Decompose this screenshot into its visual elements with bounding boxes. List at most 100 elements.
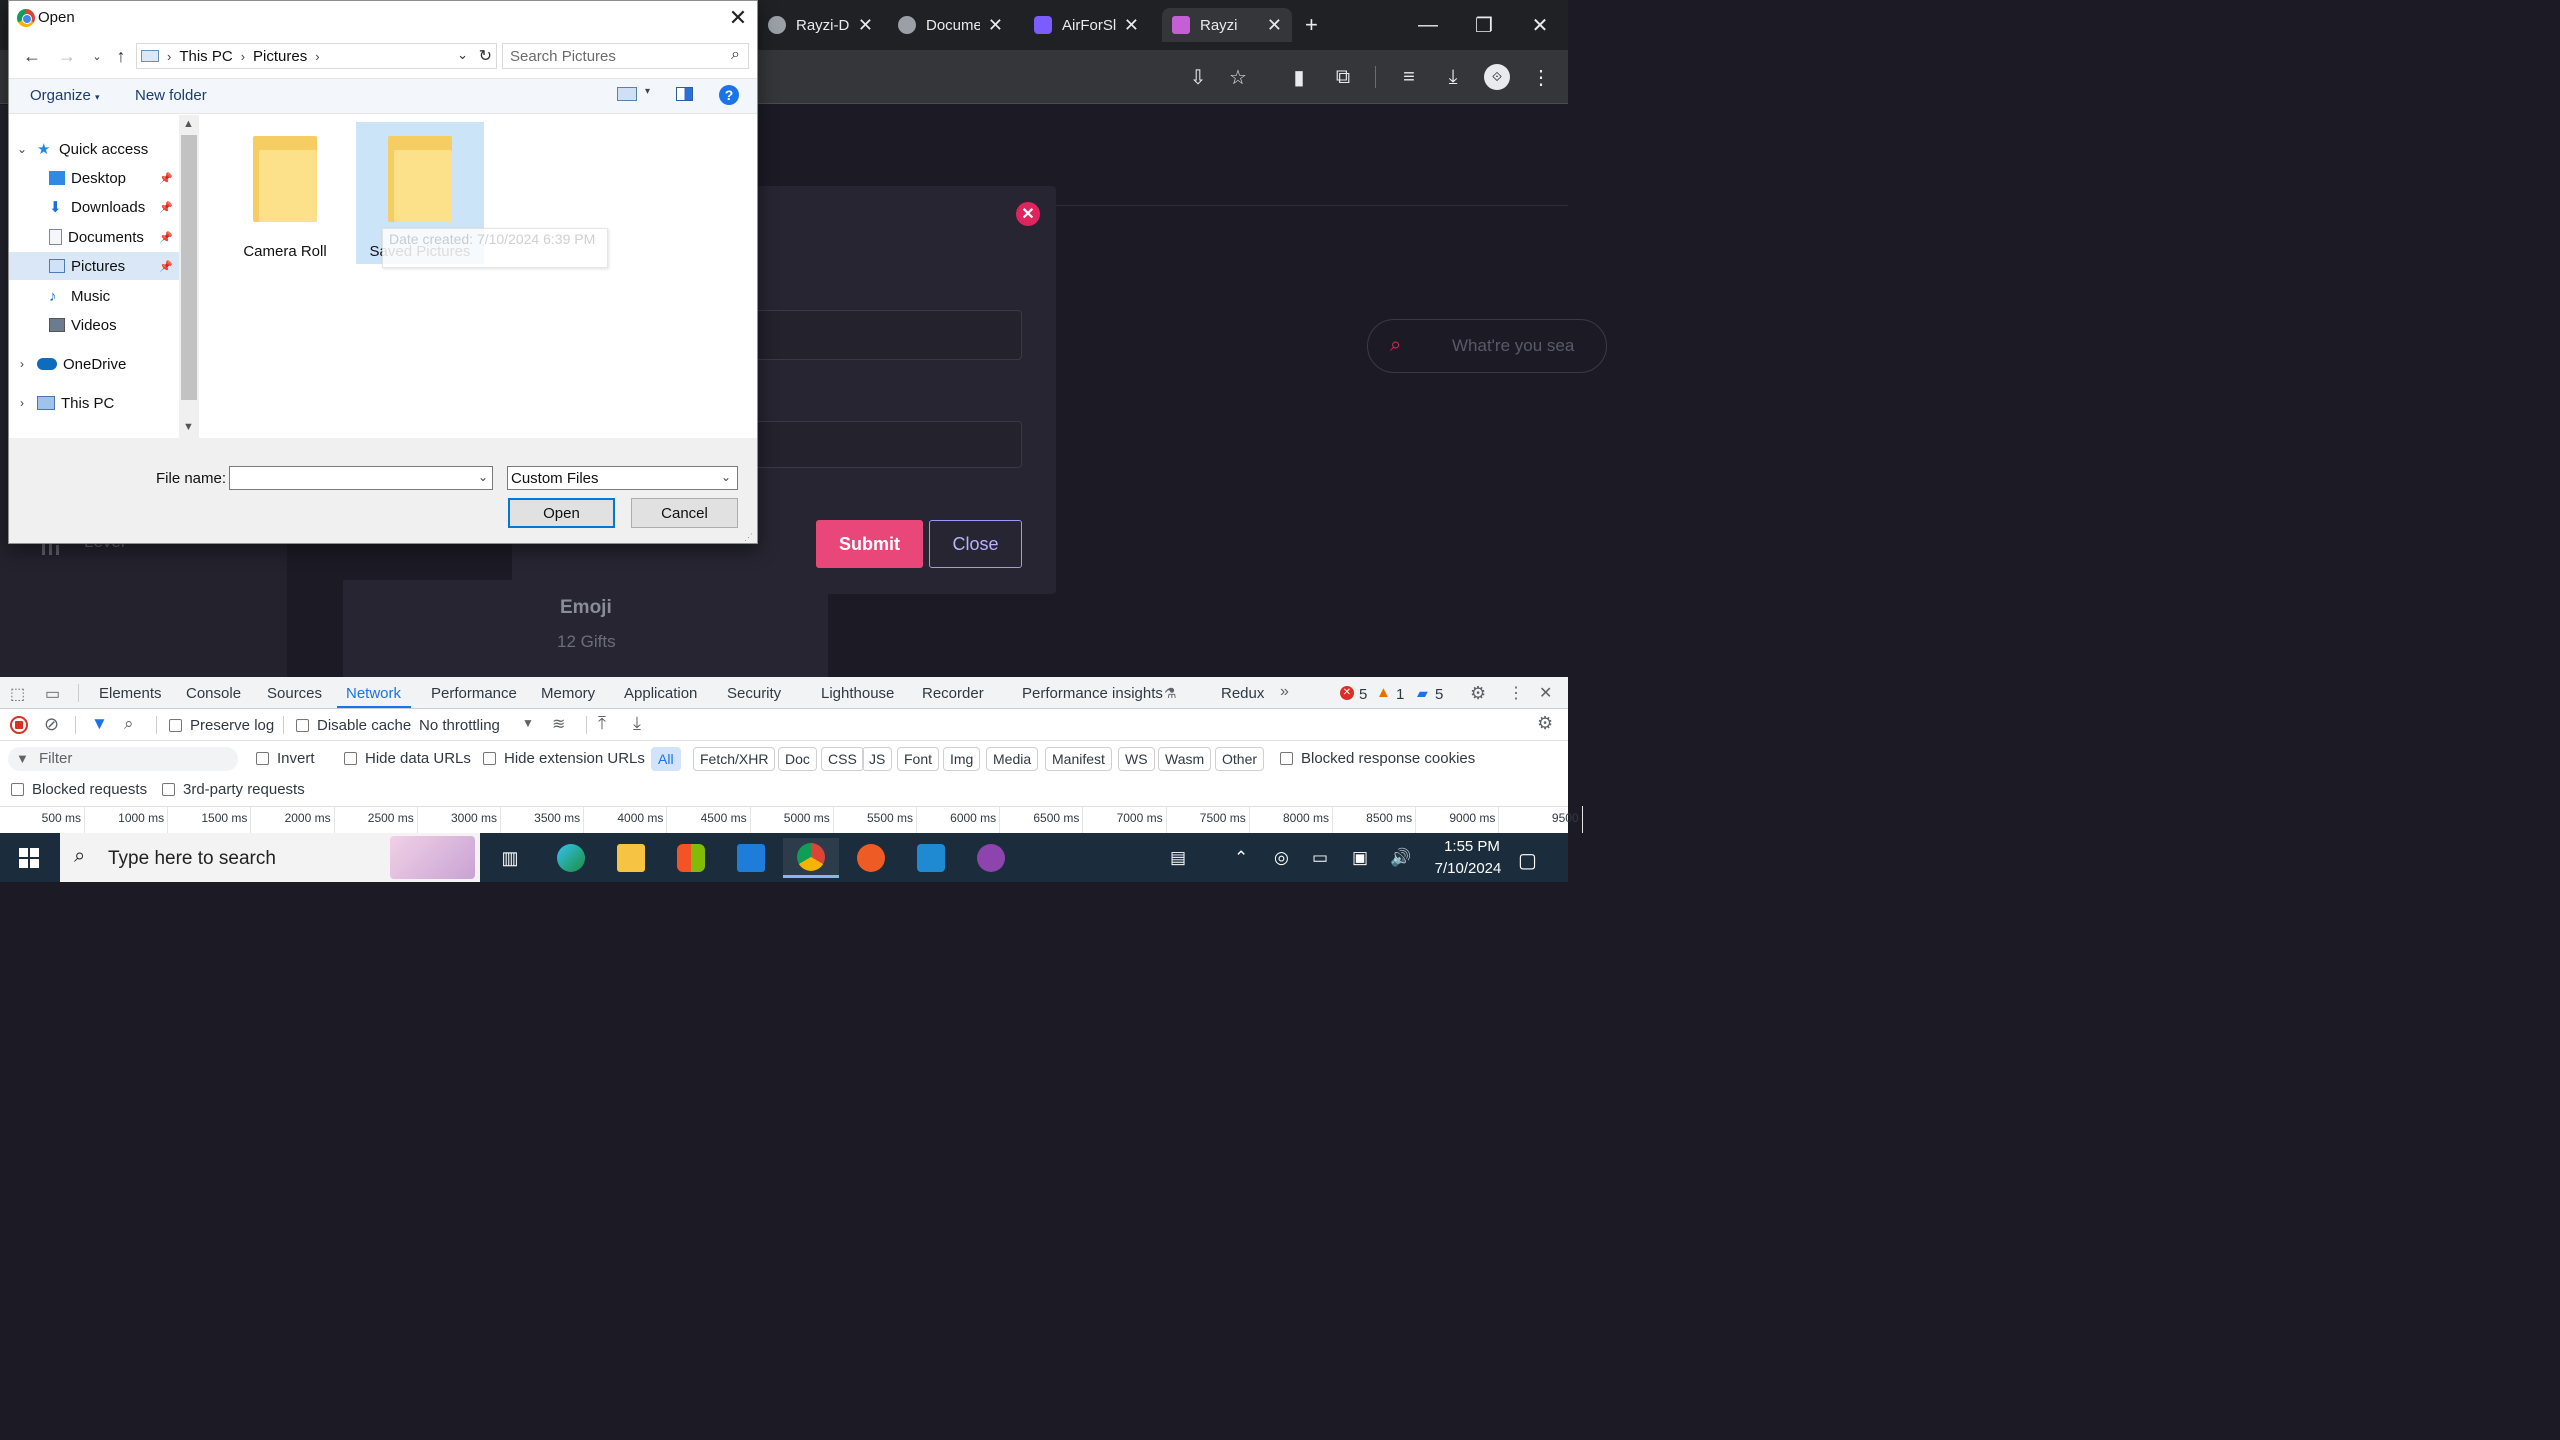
back-arrow-icon[interactable]: ← xyxy=(22,46,42,66)
taskbar-search-box[interactable]: ⌕ Type here to search xyxy=(60,833,480,882)
device-toolbar-icon[interactable]: ▭ xyxy=(45,684,60,704)
close-icon[interactable]: ✕ xyxy=(1267,15,1282,36)
search-icon[interactable]: ⌕ xyxy=(124,714,134,734)
media-controls-icon[interactable]: ≡ xyxy=(1396,64,1422,90)
third-party-requests-checkbox[interactable] xyxy=(162,783,175,796)
devtools-tab-memory[interactable]: Memory xyxy=(541,685,595,702)
preview-pane-icon[interactable] xyxy=(676,87,693,101)
type-filter-media[interactable]: Media xyxy=(986,747,1039,771)
nav-pane-scrollbar[interactable]: ▲ ▼ xyxy=(179,115,199,438)
notifications-icon[interactable]: ▢ xyxy=(1518,848,1537,873)
recent-locations-chevron-icon[interactable]: ⌄ xyxy=(87,46,107,66)
devtools-tab-lighthouse[interactable]: Lighthouse xyxy=(821,685,894,702)
devtools-tab-elements[interactable]: Elements xyxy=(99,685,162,702)
address-bar[interactable]: › This PC › Pictures › ⌄ ↻ xyxy=(136,43,497,69)
settings-gear-icon[interactable]: ⚙ xyxy=(1470,683,1486,704)
type-filter-wasm[interactable]: Wasm xyxy=(1158,747,1212,771)
caret-down-icon[interactable]: ▼ xyxy=(522,716,534,730)
chevron-right-icon[interactable]: › xyxy=(15,357,29,371)
clear-icon[interactable]: ⊘ xyxy=(44,714,59,735)
gift-category-card[interactable] xyxy=(343,580,828,677)
profile-avatar[interactable]: ⟐ xyxy=(1484,64,1510,90)
breadcrumb-this-pc[interactable]: This PC xyxy=(179,48,232,65)
file-explorer-icon[interactable] xyxy=(603,838,659,878)
scrollbar-thumb[interactable] xyxy=(181,135,197,400)
close-icon[interactable]: ✕ xyxy=(858,15,873,36)
type-filter-css[interactable]: CSS xyxy=(821,747,864,771)
tree-item-quick-access[interactable]: ⌄ ★ Quick access xyxy=(9,135,179,163)
chevron-down-icon[interactable]: ⌄ xyxy=(478,470,488,484)
windows-start-icon[interactable] xyxy=(19,848,39,868)
warning-icon[interactable]: ▲ xyxy=(1376,684,1391,701)
close-devtools-icon[interactable]: ✕ xyxy=(1539,683,1552,703)
devtools-tab-redux[interactable]: Redux xyxy=(1221,685,1264,702)
inspect-element-icon[interactable]: ⬚ xyxy=(10,684,25,704)
window-close-icon[interactable]: ✕ xyxy=(1512,0,1568,50)
error-icon[interactable]: ✕ xyxy=(1340,686,1354,700)
bookmark-star-icon[interactable]: ☆ xyxy=(1225,64,1251,90)
submit-button[interactable]: Submit xyxy=(816,520,923,568)
file-name-field[interactable]: ⌄ xyxy=(229,466,493,490)
organize-button[interactable]: Organize ▾ xyxy=(30,87,100,104)
dialog-close-icon[interactable]: ✕ xyxy=(724,4,752,32)
network-icon[interactable]: ▣ xyxy=(1352,848,1368,868)
edge-browser-icon[interactable] xyxy=(543,838,599,878)
chevron-down-icon[interactable]: ⌄ xyxy=(15,142,29,156)
chevron-down-icon[interactable]: ⌄ xyxy=(457,47,468,63)
page-search[interactable]: ⌕ What're you sea xyxy=(1367,319,1607,373)
file-type-select[interactable]: Custom Files ⌄ xyxy=(507,466,738,490)
type-filter-fetch-xhr[interactable]: Fetch/XHR xyxy=(693,747,776,771)
folder-camera-roll[interactable]: Camera Roll xyxy=(221,122,349,264)
tree-item-music[interactable]: ♪ Music xyxy=(9,282,179,310)
devtools-tab-console[interactable]: Console xyxy=(186,685,241,702)
tree-item-this-pc[interactable]: › This PC xyxy=(9,389,179,417)
search-pictures-input[interactable]: Search Pictures ⌕ xyxy=(502,43,749,69)
modal-close-icon[interactable]: ✕ xyxy=(1016,202,1040,226)
devtools-tab-security[interactable]: Security xyxy=(727,685,781,702)
import-har-icon[interactable]: ⤒ xyxy=(598,713,606,734)
modal-input-1[interactable] xyxy=(740,310,1022,360)
error-count[interactable]: 5 xyxy=(1359,686,1367,703)
warning-count[interactable]: 1 xyxy=(1396,686,1404,703)
type-filter-font[interactable]: Font xyxy=(897,747,940,771)
show-hidden-icons-chevron-icon[interactable]: ⌃ xyxy=(1234,848,1248,868)
blocked-requests-checkbox[interactable] xyxy=(11,783,24,796)
tab-documents[interactable]: Docume ✕ xyxy=(888,8,1013,42)
message-count[interactable]: 5 xyxy=(1435,686,1443,703)
breadcrumb-pictures[interactable]: Pictures xyxy=(253,48,307,65)
modal-input-2[interactable] xyxy=(740,421,1022,468)
close-button[interactable]: Close xyxy=(929,520,1022,568)
puzzle-extensions-icon[interactable]: ⧉ xyxy=(1330,64,1356,90)
type-filter-manifest[interactable]: Manifest xyxy=(1045,747,1112,771)
battery-icon[interactable]: ▭ xyxy=(1312,848,1328,868)
up-arrow-icon[interactable]: ↑ xyxy=(111,46,131,66)
hide-data-urls-checkbox[interactable] xyxy=(344,752,357,765)
devtools-tab-application[interactable]: Application xyxy=(624,685,697,702)
chrome-icon[interactable] xyxy=(783,838,839,878)
forward-arrow-icon[interactable]: → xyxy=(57,46,77,66)
tab-rayzi-d[interactable]: Rayzi-D ✕ xyxy=(758,8,883,42)
tree-item-downloads[interactable]: ⬇ Downloads 📌 xyxy=(9,193,179,221)
volume-icon[interactable]: 🔊 xyxy=(1390,848,1411,868)
tree-item-desktop[interactable]: Desktop 📌 xyxy=(9,164,179,192)
task-view-icon[interactable]: ▥ xyxy=(482,838,538,878)
tab-airforsl[interactable]: AirForSl ✕ xyxy=(1024,8,1149,42)
disable-cache-checkbox[interactable] xyxy=(296,719,309,732)
type-filter-ws[interactable]: WS xyxy=(1118,747,1155,771)
postman-icon[interactable] xyxy=(843,838,899,878)
preserve-log-checkbox[interactable] xyxy=(169,719,182,732)
tree-item-pictures[interactable]: Pictures 📌 xyxy=(9,252,179,280)
throttling-select[interactable]: No throttling xyxy=(419,717,500,734)
network-conditions-icon[interactable]: ≋ xyxy=(552,714,565,734)
close-icon[interactable]: ✕ xyxy=(1124,15,1139,36)
restore-icon[interactable]: ❐ xyxy=(1456,0,1512,50)
tree-item-documents[interactable]: Documents 📌 xyxy=(9,223,179,251)
help-icon[interactable]: ? xyxy=(719,85,739,105)
close-icon[interactable]: ✕ xyxy=(988,15,1003,36)
filter-input[interactable]: ▼ Filter xyxy=(8,747,238,771)
type-filter-other[interactable]: Other xyxy=(1215,747,1265,771)
github-desktop-icon[interactable] xyxy=(963,838,1019,878)
downloads-icon[interactable]: ⤓ xyxy=(1440,64,1466,90)
new-folder-button[interactable]: New folder xyxy=(135,87,207,104)
scroll-down-icon[interactable]: ▼ xyxy=(183,421,194,433)
